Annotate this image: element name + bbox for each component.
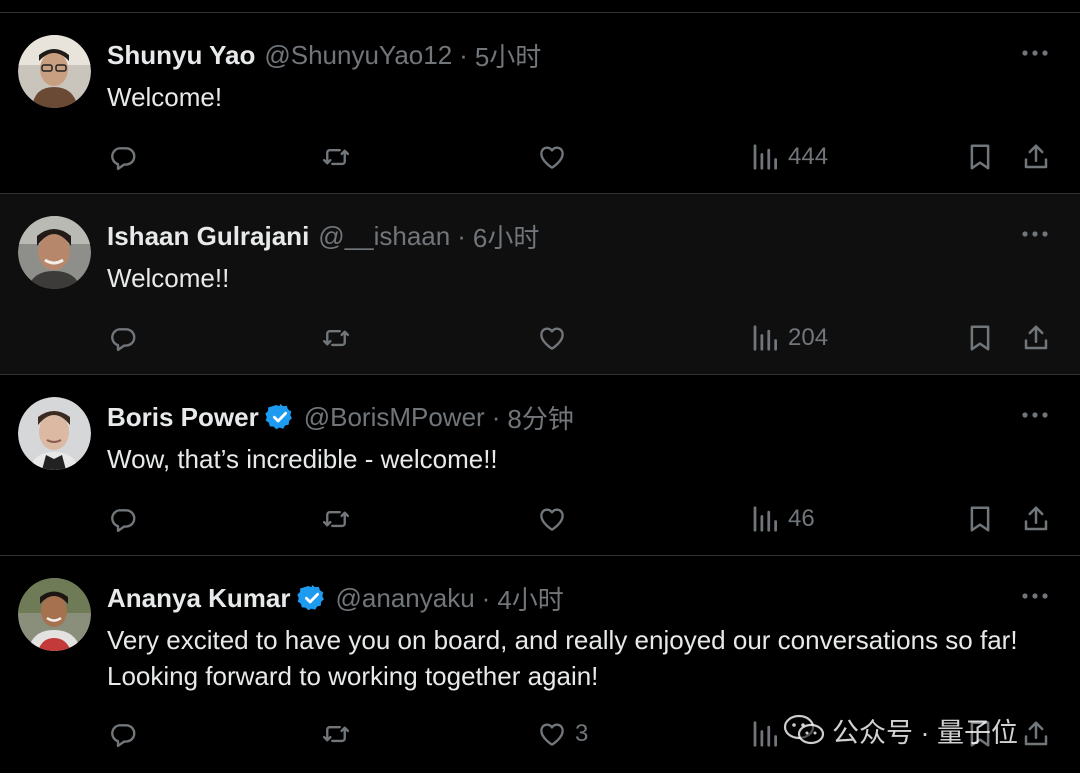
tweet-text: Wow, that’s incredible - welcome!! bbox=[107, 444, 498, 474]
retweet-icon bbox=[321, 142, 351, 172]
tweet-header: Shunyu Yao @ShunyuYao12 · 5小时 bbox=[107, 37, 541, 74]
more-options-icon[interactable] bbox=[1020, 224, 1050, 244]
bookmark-icon bbox=[965, 504, 995, 534]
reply-icon bbox=[108, 142, 138, 172]
tweet-text: Very excited to have you on board, and r… bbox=[107, 625, 1018, 691]
separator-dot: · bbox=[491, 401, 501, 432]
timestamp[interactable]: 5小时 bbox=[475, 37, 541, 74]
avatar[interactable] bbox=[18, 578, 91, 651]
views-count: 204 bbox=[788, 324, 829, 351]
verified-badge-icon bbox=[264, 402, 295, 432]
watermark-text: 公众号 · 量子位 bbox=[832, 717, 1018, 748]
tweet-text: Welcome!! bbox=[107, 263, 230, 293]
share-button[interactable] bbox=[1021, 137, 1051, 177]
author-name[interactable]: Shunyu Yao bbox=[107, 40, 255, 71]
reply-button[interactable] bbox=[108, 137, 138, 177]
timestamp[interactable]: 8分钟 bbox=[507, 399, 573, 436]
tweet-text: Welcome! bbox=[107, 82, 223, 112]
author-handle[interactable]: @ananyaku bbox=[336, 583, 475, 614]
bookmark-button[interactable] bbox=[965, 499, 995, 539]
author-name[interactable]: Ishaan Gulrajani bbox=[107, 221, 309, 252]
views-button[interactable]: 204 bbox=[750, 318, 828, 358]
share-button[interactable] bbox=[1021, 499, 1051, 539]
reply-button[interactable] bbox=[108, 714, 138, 754]
action-bar: 204 bbox=[0, 318, 1080, 358]
retweet-button[interactable] bbox=[321, 714, 351, 754]
tweet-header: Ananya Kumar @ananyaku · 4小时 bbox=[107, 580, 564, 617]
timestamp[interactable]: 6小时 bbox=[473, 218, 539, 255]
analytics-icon bbox=[750, 719, 780, 749]
separator-dot: · bbox=[457, 220, 466, 251]
tweet-header: Boris Power @BorisMPower · 8分钟 bbox=[107, 399, 574, 436]
wechat-icon bbox=[782, 712, 826, 748]
author-name[interactable]: Ananya Kumar bbox=[107, 583, 291, 614]
tweet-reply[interactable]: Shunyu Yao @ShunyuYao12 · 5小时 Welcome! 4… bbox=[0, 13, 1080, 194]
like-button[interactable] bbox=[537, 137, 575, 177]
watermark: 公众号 · 量子位 bbox=[782, 708, 1018, 752]
views-count: 444 bbox=[788, 143, 829, 170]
timestamp[interactable]: 4小时 bbox=[497, 580, 563, 617]
heart-icon bbox=[537, 719, 567, 749]
author-name[interactable]: Boris Power bbox=[107, 402, 259, 433]
like-button[interactable] bbox=[537, 499, 575, 539]
views-button[interactable]: 444 bbox=[750, 137, 828, 177]
author-handle[interactable]: @BorisMPower bbox=[304, 402, 485, 433]
retweet-icon bbox=[321, 719, 351, 749]
reply-icon bbox=[108, 323, 138, 353]
tweet-reply[interactable]: Ishaan Gulrajani @__ishaan · 6小时 Welcome… bbox=[0, 194, 1080, 375]
separator-dot: · bbox=[459, 39, 468, 70]
tweet-header: Ishaan Gulrajani @__ishaan · 6小时 bbox=[107, 218, 539, 255]
like-button[interactable]: 3 bbox=[537, 714, 588, 754]
heart-icon bbox=[537, 504, 567, 534]
bookmark-icon bbox=[965, 142, 995, 172]
more-options-icon[interactable] bbox=[1020, 43, 1050, 63]
retweet-icon bbox=[321, 504, 351, 534]
views-button[interactable]: 46 bbox=[750, 499, 815, 539]
share-button[interactable] bbox=[1021, 318, 1051, 358]
reply-feed: Shunyu Yao @ShunyuYao12 · 5小时 Welcome! 4… bbox=[0, 0, 1080, 773]
more-options-icon[interactable] bbox=[1020, 405, 1050, 425]
action-bar: 444 bbox=[0, 137, 1080, 177]
bookmark-button[interactable] bbox=[965, 318, 995, 358]
views-count: 46 bbox=[788, 505, 815, 532]
avatar[interactable] bbox=[18, 397, 91, 470]
action-bar: 46 bbox=[0, 499, 1080, 539]
tweet-reply[interactable]: Boris Power @BorisMPower · 8分钟 Wow, that… bbox=[0, 375, 1080, 556]
like-button[interactable] bbox=[537, 318, 575, 358]
analytics-icon bbox=[750, 142, 780, 172]
share-icon bbox=[1021, 504, 1051, 534]
retweet-button[interactable] bbox=[321, 137, 351, 177]
more-options-icon[interactable] bbox=[1020, 586, 1050, 606]
analytics-icon bbox=[750, 504, 780, 534]
share-button[interactable] bbox=[1021, 714, 1051, 754]
avatar[interactable] bbox=[18, 216, 91, 289]
bookmark-icon bbox=[965, 323, 995, 353]
verified-badge-icon bbox=[296, 583, 327, 613]
author-handle[interactable]: @ShunyuYao12 bbox=[264, 40, 452, 71]
reply-button[interactable] bbox=[108, 318, 138, 358]
retweet-icon bbox=[321, 323, 351, 353]
like-count: 3 bbox=[575, 720, 589, 747]
retweet-button[interactable] bbox=[321, 318, 351, 358]
avatar[interactable] bbox=[18, 35, 91, 108]
share-icon bbox=[1021, 719, 1051, 749]
share-icon bbox=[1021, 323, 1051, 353]
separator-dot: · bbox=[481, 582, 491, 613]
bookmark-button[interactable] bbox=[965, 137, 995, 177]
share-icon bbox=[1021, 142, 1051, 172]
reply-icon bbox=[108, 504, 138, 534]
heart-icon bbox=[537, 323, 567, 353]
reply-button[interactable] bbox=[108, 499, 138, 539]
retweet-button[interactable] bbox=[321, 499, 351, 539]
author-handle[interactable]: @__ishaan bbox=[318, 221, 450, 252]
reply-icon bbox=[108, 719, 138, 749]
heart-icon bbox=[537, 142, 567, 172]
analytics-icon bbox=[750, 323, 780, 353]
